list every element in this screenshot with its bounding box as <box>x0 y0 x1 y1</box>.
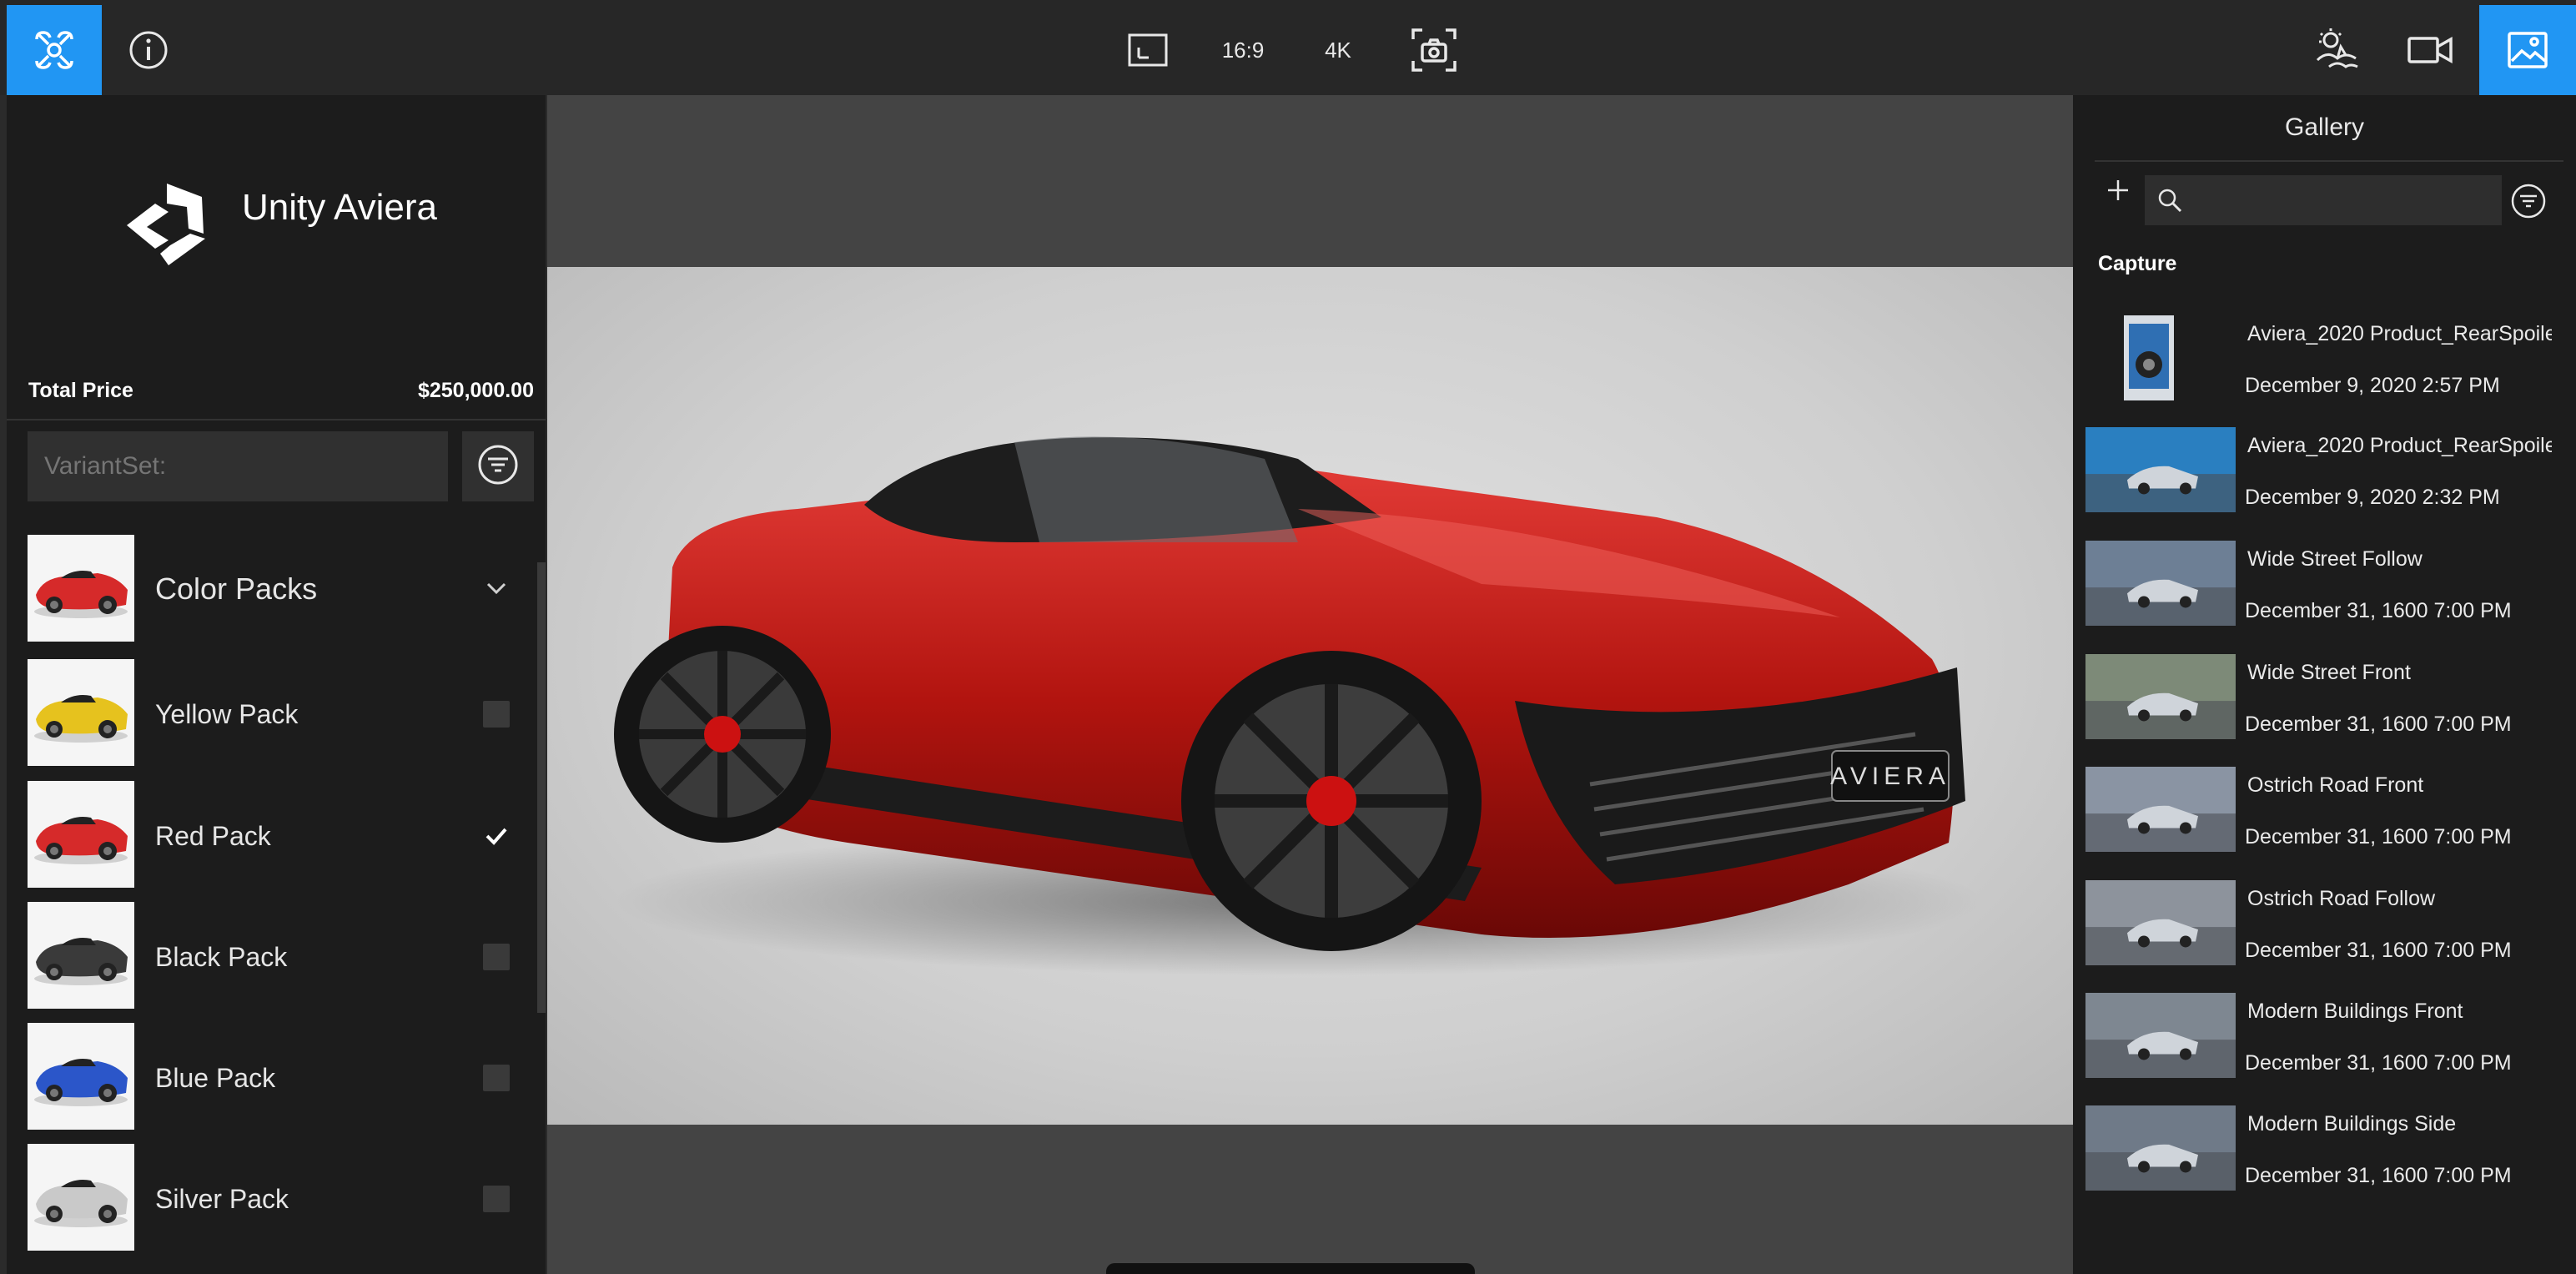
variant-label: Red Pack <box>155 821 271 851</box>
gallery-icon <box>2507 31 2548 69</box>
variant-checkbox[interactable] <box>483 944 510 970</box>
resolution-button[interactable]: 4K <box>1315 5 1361 95</box>
fullscreen-icon <box>1127 33 1169 68</box>
color-packs-thumbnail <box>28 535 134 642</box>
variant-label: Yellow Pack <box>155 699 299 729</box>
variant-label: Blue Pack <box>155 1063 276 1093</box>
add-icon[interactable] <box>2106 179 2130 206</box>
chevron-down-icon[interactable] <box>483 575 510 606</box>
gallery-thumbnail <box>2085 427 2236 512</box>
video-button[interactable] <box>2404 5 2456 95</box>
gallery-item-name: Ostrich Road Follow <box>2247 887 2436 910</box>
gallery-thumbnail <box>2085 993 2236 1078</box>
total-price-value: $250,000.00 <box>417 379 534 402</box>
configurator-panel: Unity Aviera Total Price $250,000.00 Col… <box>7 95 546 1274</box>
gallery-item-date: December 9, 2020 2:57 PM <box>2245 374 2500 397</box>
silver-pack-thumbnail <box>28 1144 134 1251</box>
gallery-item-date: December 31, 1600 7:00 PM <box>2245 599 2512 622</box>
variant-group-label: Color Packs <box>155 572 318 606</box>
gallery-item-name: Modern Buildings Side <box>2247 1112 2457 1136</box>
render-viewport[interactable]: AVIERA <box>547 95 2073 1274</box>
gallery-thumbnail <box>2085 541 2236 626</box>
gallery-divider <box>2095 160 2563 162</box>
gallery-title: Gallery <box>2284 113 2365 141</box>
variant-scrollbar-thumb[interactable] <box>537 562 546 1013</box>
gallery-item-name: Aviera_2020 Product_RearSpoiler <box>2247 322 2552 345</box>
brand-name: Unity Aviera <box>242 187 437 228</box>
environment-button[interactable] <box>2311 5 2362 95</box>
gallery-item[interactable]: Modern Buildings Front December 31, 1600… <box>2085 993 2576 1078</box>
black-pack-thumbnail <box>28 902 134 1009</box>
variant-label: Black Pack <box>155 942 288 972</box>
gallery-item-date: December 31, 1600 7:00 PM <box>2245 1051 2512 1075</box>
configurator-button[interactable] <box>7 5 102 95</box>
variant-item-black-pack[interactable]: Black Pack <box>28 902 528 1010</box>
variant-checkbox[interactable] <box>483 1065 510 1091</box>
search-icon <box>2156 187 2183 218</box>
gallery-item[interactable]: Ostrich Road Front December 31, 1600 7:0… <box>2085 767 2576 852</box>
gallery-item-name: Wide Street Front <box>2247 661 2411 684</box>
gallery-item-date: December 9, 2020 2:32 PM <box>2245 486 2500 509</box>
gallery-thumbnail <box>2124 315 2174 400</box>
gallery-filter-icon[interactable] <box>2510 183 2547 224</box>
video-icon <box>2407 36 2453 64</box>
gallery-item[interactable]: Modern Buildings Side December 31, 1600 … <box>2085 1105 2576 1191</box>
gallery-search-input[interactable] <box>2145 175 2502 225</box>
gallery-thumbnail <box>2085 767 2236 852</box>
total-price-label: Total Price <box>28 379 133 402</box>
gallery-item-name: Wide Street Follow <box>2247 547 2423 571</box>
variant-item-silver-pack[interactable]: Silver Pack <box>28 1144 528 1252</box>
yellow-pack-thumbnail <box>28 659 134 766</box>
info-icon <box>128 29 169 71</box>
variant-label: Silver Pack <box>155 1184 289 1214</box>
filter-icon <box>476 443 520 491</box>
gallery-item[interactable]: Wide Street Follow December 31, 1600 7:0… <box>2085 541 2576 626</box>
checkmark-icon <box>486 828 507 845</box>
gallery-item[interactable]: Aviera_2020 Product_RearSpoiler December… <box>2085 427 2576 512</box>
variant-checkbox[interactable] <box>483 701 510 728</box>
variant-group-color-packs[interactable]: Color Packs <box>28 535 528 643</box>
unity-logo-icon <box>118 179 210 274</box>
gallery-item[interactable]: Aviera_2020 Product_RearSpoiler December… <box>2085 315 2576 400</box>
gallery-item-date: December 31, 1600 7:00 PM <box>2245 825 2512 848</box>
variant-item-yellow-pack[interactable]: Yellow Pack <box>28 659 528 768</box>
gallery-item-date: December 31, 1600 7:00 PM <box>2245 713 2512 736</box>
fullscreen-button[interactable] <box>1123 5 1173 95</box>
top-toolbar: 16:9 4K <box>0 0 2576 95</box>
gallery-item-date: December 31, 1600 7:00 PM <box>2245 939 2512 962</box>
gallery-item-name: Aviera_2020 Product_RearSpoiler <box>2247 434 2552 457</box>
gallery-item[interactable]: Ostrich Road Follow December 31, 1600 7:… <box>2085 880 2576 965</box>
gallery-thumbnail <box>2085 880 2236 965</box>
car-render-image[interactable]: AVIERA <box>547 267 2073 1125</box>
screenshot-button[interactable] <box>1408 5 1460 95</box>
gallery-item-name: Ostrich Road Front <box>2247 773 2424 797</box>
capture-section-heading: Capture <box>2098 252 2177 275</box>
gallery-thumbnail <box>2085 654 2236 739</box>
gallery-item-date: December 31, 1600 7:00 PM <box>2245 1164 2512 1187</box>
gallery-thumbnail <box>2085 1105 2236 1191</box>
variant-item-blue-pack[interactable]: Blue Pack <box>28 1023 528 1131</box>
total-price-row: Total Price $250,000.00 <box>7 360 546 420</box>
variant-filter-button[interactable] <box>462 431 534 501</box>
aspect-ratio-button[interactable]: 16:9 <box>1218 5 1268 95</box>
gallery-button[interactable] <box>2479 5 2576 95</box>
variant-checkbox[interactable] <box>483 823 510 849</box>
gallery-panel: Gallery Capture Aviera_2020 Product_Rear… <box>2073 95 2576 1274</box>
red-pack-thumbnail <box>28 781 134 888</box>
variant-set-input[interactable] <box>28 431 448 501</box>
configurator-icon <box>32 28 77 73</box>
environment-icon <box>2312 27 2361 73</box>
variant-item-red-pack[interactable]: Red Pack <box>28 781 528 889</box>
bottom-drawer-handle[interactable] <box>1106 1263 1475 1274</box>
brand-header: Unity Aviera Total Price $250,000.00 <box>7 95 546 420</box>
blue-pack-thumbnail <box>28 1023 134 1130</box>
screenshot-camera-icon <box>1411 28 1457 73</box>
red-roadster-render: AVIERA <box>614 436 1982 976</box>
gallery-item-name: Modern Buildings Front <box>2247 1000 2463 1023</box>
variant-checkbox[interactable] <box>483 1186 510 1212</box>
gallery-item[interactable]: Wide Street Front December 31, 1600 7:00… <box>2085 654 2576 739</box>
svg-text:AVIERA: AVIERA <box>1830 763 1950 790</box>
info-button[interactable] <box>123 5 174 95</box>
